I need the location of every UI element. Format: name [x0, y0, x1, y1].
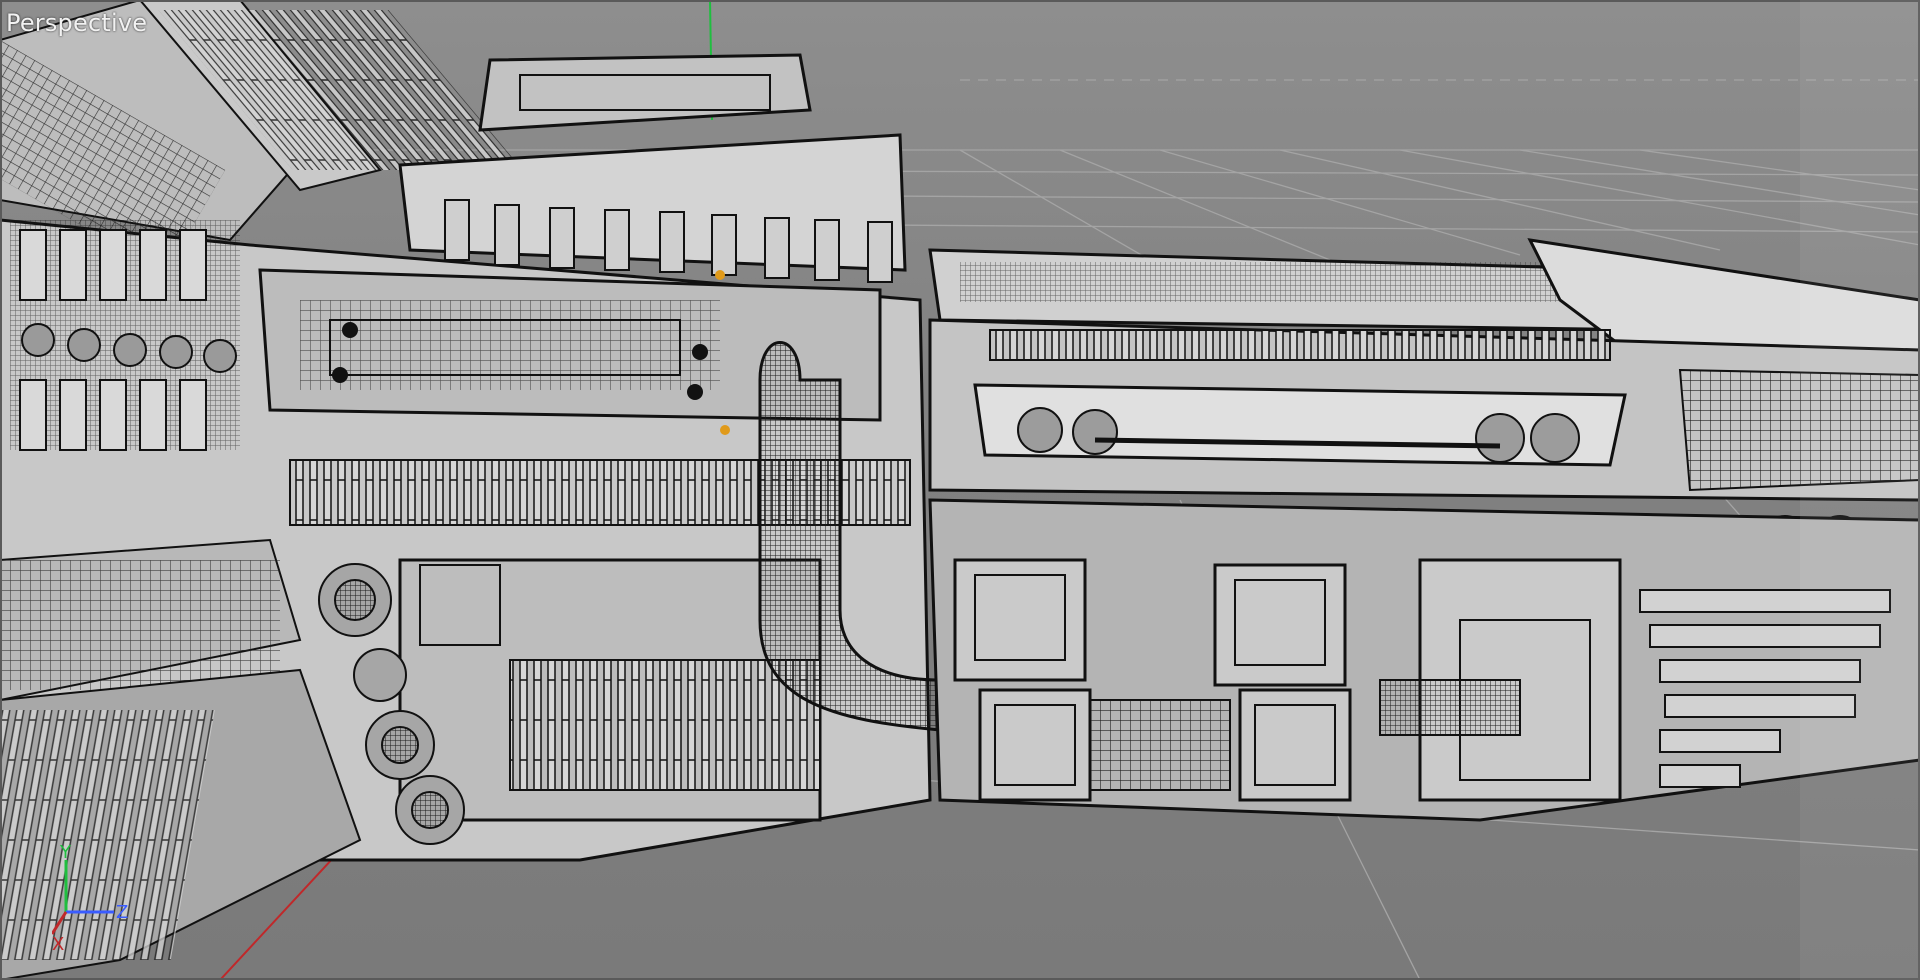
- barrel-assembly: [928, 238, 1920, 822]
- 3d-viewport[interactable]: Perspective Y Z X: [0, 0, 1920, 980]
- gizmo-x-label: X: [52, 934, 64, 952]
- gizmo-z-label: Z: [116, 902, 128, 923]
- perspective-scene[interactable]: [0, 0, 1920, 980]
- viewport-label[interactable]: Perspective: [2, 8, 151, 38]
- axis-gizmo: Y Z X: [52, 842, 128, 952]
- viewport-side-shade: [1800, 0, 1920, 980]
- gizmo-y-label: Y: [59, 842, 72, 863]
- gizmo-x-axis: [52, 911, 68, 935]
